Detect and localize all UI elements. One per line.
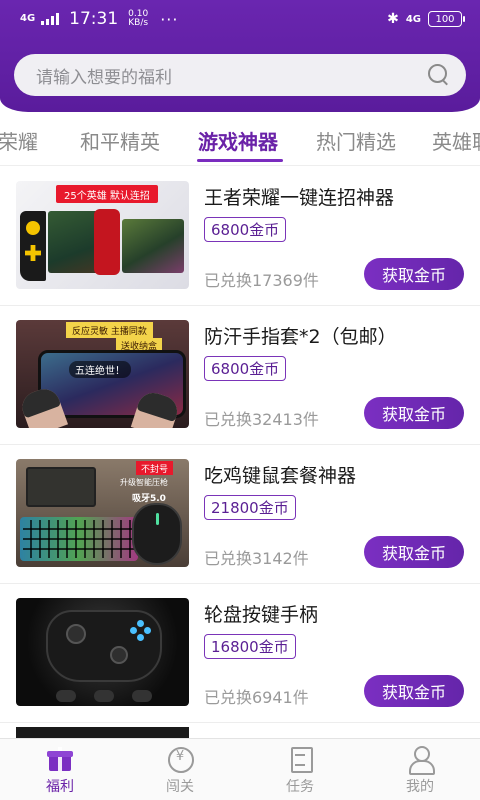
product-item[interactable]: 反应灵敏 主播同款 送收纳盒 五连绝世！ 防汗手指套*2（包邮） 6800金币 … [0, 306, 480, 445]
product-item[interactable]: 25个英雄 默认连招 王者荣耀一键连招神器 6800金币 已兑换17369件 获… [0, 167, 480, 306]
gamepad-icon [20, 211, 46, 281]
more-icon: ··· [160, 9, 179, 29]
speed-unit: KB/s [128, 18, 149, 28]
product-title[interactable]: 王者荣耀一键连招神器 [204, 183, 394, 210]
get-coins-button[interactable]: 获取金币 [364, 258, 464, 290]
sold-count: 已兑换6941件 [204, 688, 309, 707]
network-type-right: 4G [405, 13, 421, 25]
get-coins-button[interactable]: 获取金币 [364, 397, 464, 429]
nav-challenge[interactable]: ¥ 闯关 [120, 739, 240, 800]
task-icon[interactable] [286, 745, 314, 773]
nav-label: 闯关 [166, 779, 194, 795]
bottom-nav: 福利 ¥ 闯关 任务 我的 [0, 738, 480, 800]
sold-count: 已兑换17369件 [204, 271, 319, 290]
clock: 17:31 [69, 9, 119, 29]
controller-icon [46, 610, 162, 682]
nav-welfare[interactable]: 福利 [0, 739, 120, 800]
product-image[interactable]: 反应灵敏 主播同款 送收纳盒 五连绝世！ [16, 320, 189, 428]
product-list: 25个英雄 默认连招 王者荣耀一键连招神器 6800金币 已兑换17369件 获… [0, 167, 480, 743]
tab-lol[interactable]: 英雄联盟 [432, 126, 480, 155]
tab-wangzhe[interactable]: 者荣耀 [0, 126, 38, 155]
header: 4G 17:31 0.10 KB/s ··· ✱ 4G 100 请输入想要的福利 [0, 0, 480, 112]
get-coins-button[interactable]: 获取金币 [364, 536, 464, 568]
nav-tasks[interactable]: 任务 [240, 739, 360, 800]
battery-level: 100 [435, 13, 455, 25]
nav-label: 我的 [406, 779, 434, 795]
network-type: 4G [20, 13, 36, 24]
category-tabs: 者荣耀 和平精英 游戏神器 热门精选 英雄联盟 [0, 116, 480, 166]
status-bar: 4G 17:31 0.10 KB/s ··· ✱ 4G 100 [0, 0, 480, 38]
image-banner: 25个英雄 默认连招 [56, 185, 158, 203]
network-speed: 0.10 KB/s [128, 10, 148, 28]
product-item[interactable]: 轮盘按键手柄 16800金币 已兑换6941件 获取金币 [0, 584, 480, 723]
status-right: ✱ 4G 100 [387, 11, 465, 27]
price-tag: 21800金币 [204, 495, 296, 520]
price-tag: 16800金币 [204, 634, 296, 659]
image-caption: 吸牙5.0 [132, 494, 166, 504]
product-image[interactable] [16, 598, 189, 706]
search-bar[interactable]: 请输入想要的福利 [14, 54, 466, 96]
image-tag: 不封号 [136, 461, 174, 475]
image-caption: 五连绝世！ [69, 361, 131, 378]
image-tag: 反应灵敏 主播同款 [66, 322, 153, 338]
sold-count: 已兑换3142件 [204, 549, 309, 568]
tab-hot-picks[interactable]: 热门精选 [316, 126, 396, 155]
search-input[interactable]: 请输入想要的福利 [36, 63, 428, 88]
mouse-icon [132, 503, 182, 565]
image-caption: 升级智能压枪 [120, 478, 168, 487]
status-left: 4G 17:31 0.10 KB/s ··· [20, 9, 178, 29]
user-icon[interactable] [406, 745, 435, 775]
tab-game-gear[interactable]: 游戏神器 [198, 126, 278, 155]
tab-heping[interactable]: 和平精英 [80, 126, 160, 155]
product-title[interactable]: 吃鸡键鼠套餐神器 [204, 461, 356, 488]
product-image[interactable]: 25个英雄 默认连招 [16, 181, 189, 289]
price-tag: 6800金币 [204, 217, 287, 242]
battery-icon: 100 [428, 11, 465, 27]
nav-label: 福利 [46, 779, 74, 795]
nav-label: 任务 [286, 779, 314, 795]
active-tab-indicator [197, 159, 283, 162]
search-icon[interactable] [428, 64, 450, 86]
bluetooth-icon: ✱ [387, 11, 399, 27]
gift-icon[interactable] [46, 745, 74, 773]
product-image[interactable]: 不封号 升级智能压枪 吸牙5.0 [16, 459, 189, 567]
price-tag: 6800金币 [204, 356, 287, 381]
nav-profile[interactable]: 我的 [360, 739, 480, 800]
sold-count: 已兑换32413件 [204, 410, 319, 429]
product-title[interactable]: 防汗手指套*2（包邮） [204, 322, 397, 349]
coin-icon[interactable]: ¥ [166, 745, 194, 773]
product-title[interactable]: 轮盘按键手柄 [204, 600, 318, 627]
keyboard-icon [20, 517, 138, 561]
get-coins-button[interactable]: 获取金币 [364, 675, 464, 707]
signal-icon [41, 13, 60, 25]
product-item[interactable]: 不封号 升级智能压枪 吸牙5.0 吃鸡键鼠套餐神器 21800金币 已兑换314… [0, 445, 480, 584]
